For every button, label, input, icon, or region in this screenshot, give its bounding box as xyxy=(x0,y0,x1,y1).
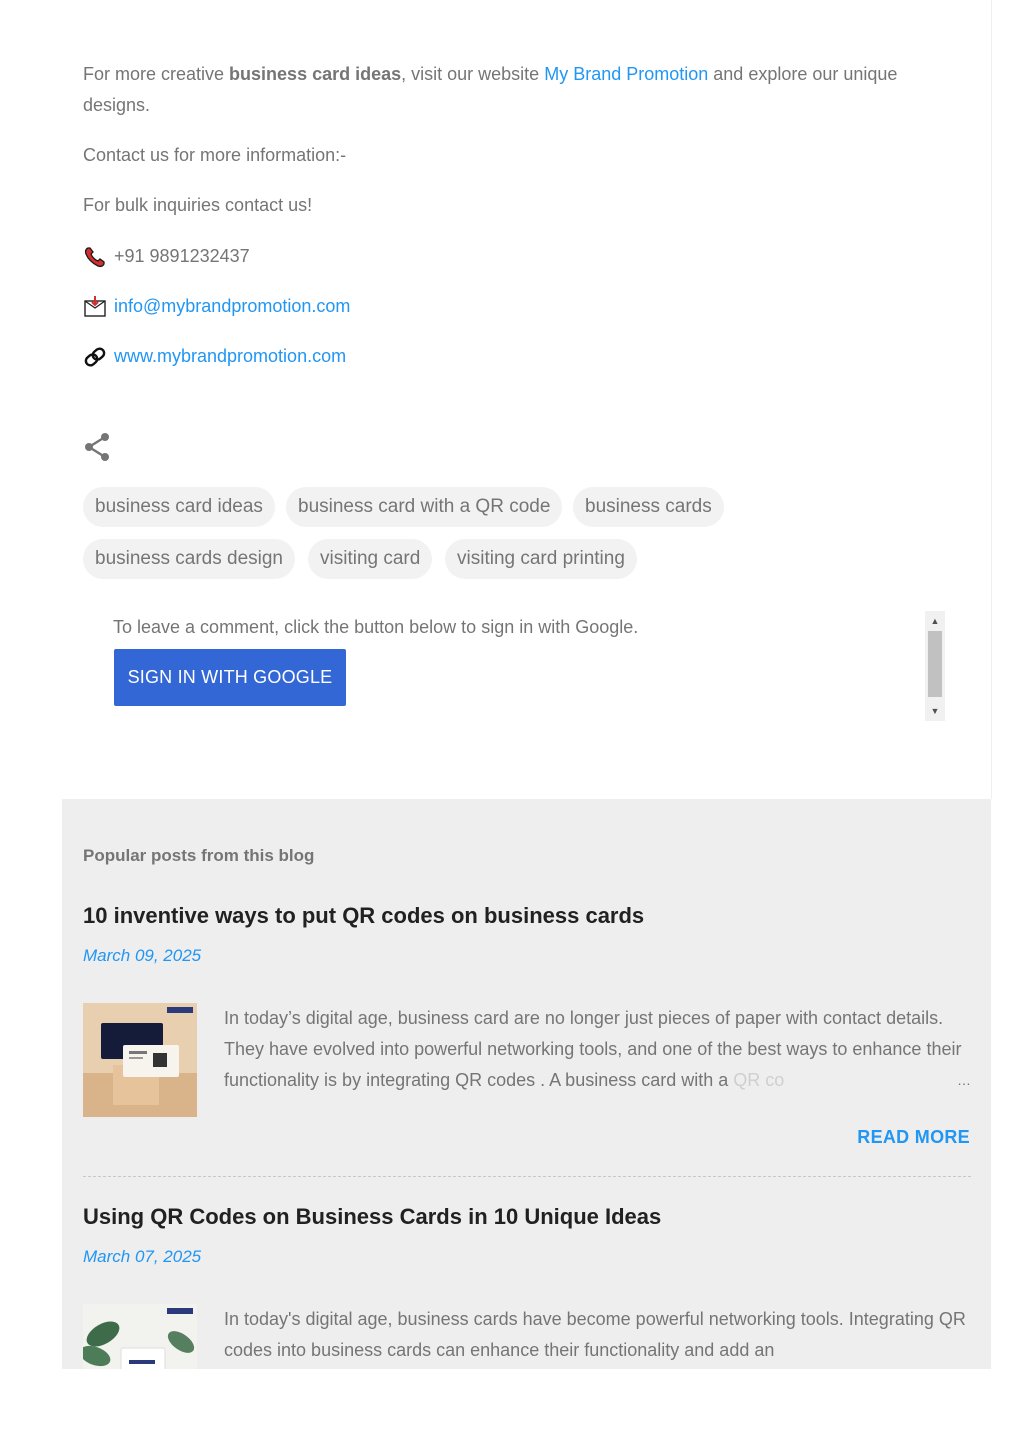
post-divider xyxy=(83,1176,971,1177)
phone-number: +91 9891232437 xyxy=(114,246,250,266)
scroll-thumb[interactable] xyxy=(928,631,942,697)
intro-bold-keyword: business card ideas xyxy=(229,64,402,84)
snippet-ellipsis: … xyxy=(957,1072,971,1088)
bulk-inquiries-text: For bulk inquiries contact us! xyxy=(83,195,313,215)
label-chip[interactable]: business cards design xyxy=(83,539,295,579)
label-chip[interactable]: business cards xyxy=(573,487,724,527)
post-title-link[interactable]: 10 inventive ways to put QR codes on bus… xyxy=(83,903,644,929)
email-link[interactable]: info@mybrandpromotion.com xyxy=(114,291,350,322)
website-row: www.mybrandpromotion.com xyxy=(83,341,346,372)
label-chip[interactable]: business card ideas xyxy=(83,487,275,527)
post-thumbnail[interactable] xyxy=(83,1003,197,1117)
post-date[interactable]: March 07, 2025 xyxy=(83,1247,201,1267)
intro-prefix: For more creative xyxy=(83,64,230,84)
popular-posts-section: Popular posts from this blog 10 inventiv… xyxy=(62,799,991,1369)
post-snippet: In today’s digital age, business card ar… xyxy=(224,1003,974,1096)
label-chip[interactable]: business card with a QR code xyxy=(286,487,563,527)
link-icon xyxy=(83,345,107,369)
contact-heading: Contact us for more information:- xyxy=(83,145,347,165)
website-link[interactable]: www.mybrandpromotion.com xyxy=(114,341,346,372)
intro-paragraph: For more creative business card ideas, v… xyxy=(83,59,963,121)
envelope-icon xyxy=(83,295,107,319)
sign-in-with-google-button[interactable]: SIGN IN WITH GOOGLE xyxy=(114,649,346,706)
intro-middle: , visit our website xyxy=(401,64,545,84)
telephone-receiver-icon xyxy=(83,245,107,269)
email-row: info@mybrandpromotion.com xyxy=(83,291,350,322)
label-chip[interactable]: visiting card xyxy=(308,539,433,579)
post-date[interactable]: March 09, 2025 xyxy=(83,946,201,966)
scroll-up-arrow-icon[interactable]: ▲ xyxy=(925,613,945,629)
post-thumbnail[interactable] xyxy=(83,1304,197,1369)
post-title-link[interactable]: Using QR Codes on Business Cards in 10 U… xyxy=(83,1204,661,1230)
post-snippet: In today's digital age, business cards h… xyxy=(224,1309,966,1360)
comment-scrollbar[interactable]: ▲ ▼ xyxy=(925,611,945,721)
popular-posts-heading: Popular posts from this blog xyxy=(83,846,315,865)
share-icon[interactable] xyxy=(84,432,112,462)
my-brand-promotion-link[interactable]: My Brand Promotion xyxy=(544,64,708,84)
snippet-text: In today’s digital age, business card ar… xyxy=(224,1008,962,1090)
read-more-link[interactable]: READ MORE xyxy=(857,1127,970,1148)
comment-prompt: To leave a comment, click the button bel… xyxy=(113,617,639,637)
scroll-down-arrow-icon[interactable]: ▼ xyxy=(925,703,945,719)
phone-row: +91 9891232437 xyxy=(83,241,250,272)
snippet-faded-text: QR co xyxy=(733,1070,785,1090)
label-chip[interactable]: visiting card printing xyxy=(445,539,637,579)
